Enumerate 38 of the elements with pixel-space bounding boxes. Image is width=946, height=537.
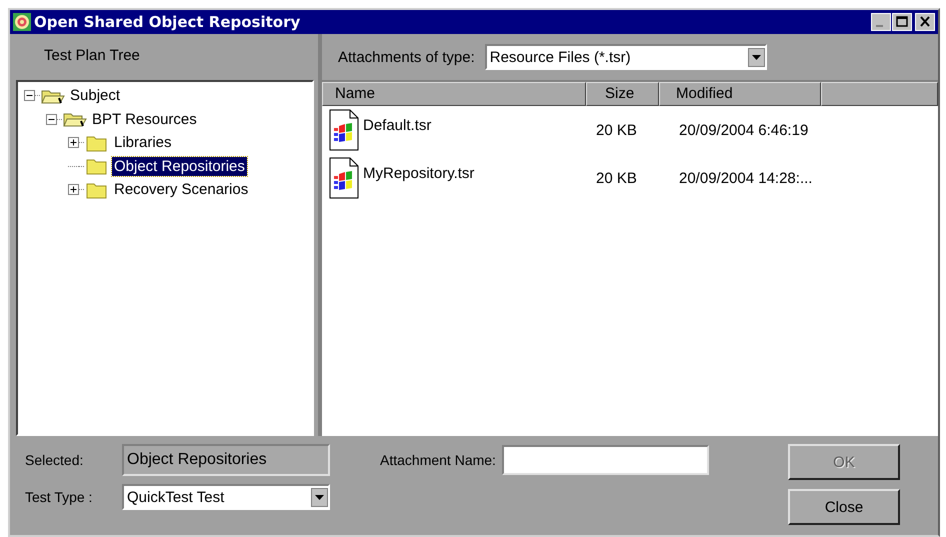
panel-heading: Test Plan Tree	[43, 46, 141, 66]
file-icon	[329, 109, 359, 151]
column-header[interactable]: Size	[586, 82, 659, 106]
filter-label: Attachments of type:	[338, 48, 475, 66]
attachment-name-label: Attachment Name:	[380, 452, 496, 468]
maximize-icon[interactable]	[892, 13, 912, 31]
folder-icon	[85, 134, 109, 152]
file-icon	[329, 157, 359, 199]
tree-item[interactable]: Recovery Scenarios	[112, 180, 250, 200]
file-type-dropdown[interactable]: Resource Files (*.tsr)	[484, 44, 767, 70]
expander-icon[interactable]	[46, 114, 57, 125]
table-cell-text: 20/09/2004 14:28:...	[678, 170, 814, 186]
expander-icon[interactable]	[24, 90, 35, 102]
selected-label: Selected:	[25, 452, 84, 468]
test-type-dropdown[interactable]: QuickTest Test	[122, 484, 330, 510]
expander-icon[interactable]	[68, 137, 79, 148]
table-cell-text: 20/09/2004 6:46:19	[678, 122, 810, 138]
column-header[interactable]: Name	[322, 82, 586, 106]
tree-item[interactable]: Subject	[68, 86, 122, 106]
tree-item[interactable]: BPT Resources	[90, 110, 199, 129]
file-name[interactable]: MyRepository.tsr	[363, 165, 474, 182]
test-type-label: Test Type :	[25, 489, 94, 505]
folder-icon	[85, 180, 109, 199]
table-cell-text: 20 KB	[595, 170, 638, 186]
file-name[interactable]: Default.tsr	[363, 117, 432, 134]
window-title: Open Shared Object Repository	[34, 13, 300, 31]
expander-icon[interactable]	[68, 184, 79, 196]
selected-field: Object Repositories	[122, 444, 330, 476]
column-header[interactable]: Modified	[659, 82, 821, 106]
tree-item[interactable]: Libraries	[112, 133, 174, 152]
attachment-name-field[interactable]	[502, 445, 709, 475]
dialog-button[interactable]: Close	[788, 489, 900, 525]
folder-icon	[85, 157, 109, 176]
app-icon	[13, 13, 31, 31]
tree-item[interactable]: Object Repositories	[112, 156, 247, 176]
minimize-icon[interactable]	[871, 13, 891, 31]
table-cell-text: 20 KB	[595, 122, 638, 138]
close-icon[interactable]	[915, 13, 935, 31]
